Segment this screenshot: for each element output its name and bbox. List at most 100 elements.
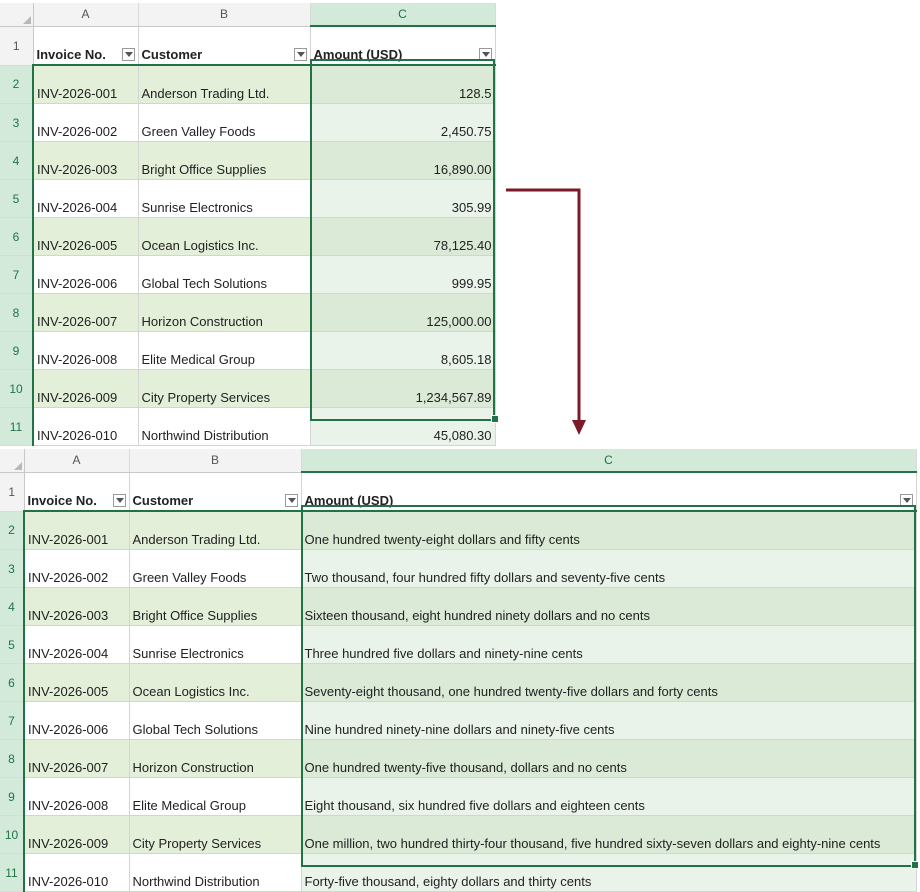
amount-words-cell[interactable]: Three hundred five dollars and ninety-ni… <box>301 625 917 664</box>
column-header-c[interactable]: C <box>310 3 496 27</box>
invoice-cell[interactable]: INV-2026-008 <box>33 331 139 370</box>
invoice-cell[interactable]: INV-2026-002 <box>24 549 130 588</box>
filter-dropdown-icon[interactable] <box>284 494 298 507</box>
customer-cell[interactable]: Elite Medical Group <box>138 331 311 370</box>
row-header[interactable]: 2 <box>0 65 34 104</box>
row-header[interactable]: 11 <box>0 407 34 446</box>
amount-cell[interactable]: 45,080.30 <box>310 407 496 446</box>
invoice-cell[interactable]: INV-2026-003 <box>33 141 139 180</box>
invoice-cell[interactable]: INV-2026-010 <box>24 853 130 892</box>
filter-dropdown-icon[interactable] <box>112 494 126 507</box>
column-header-c[interactable]: C <box>301 449 917 473</box>
amount-cell[interactable]: 2,450.75 <box>310 103 496 142</box>
row-header[interactable]: 4 <box>0 587 25 626</box>
invoice-cell[interactable]: INV-2026-009 <box>33 369 139 408</box>
select-all-corner[interactable] <box>0 449 25 473</box>
column-header-a[interactable]: A <box>24 449 130 473</box>
invoice-cell[interactable]: INV-2026-003 <box>24 587 130 626</box>
amount-words-cell[interactable]: Nine hundred ninety-nine dollars and nin… <box>301 701 917 740</box>
row-header[interactable]: 1 <box>0 472 25 512</box>
column-header-b[interactable]: B <box>129 449 302 473</box>
customer-cell[interactable]: City Property Services <box>138 369 311 408</box>
row-header[interactable]: 10 <box>0 815 25 854</box>
invoice-cell[interactable]: INV-2026-008 <box>24 777 130 816</box>
invoice-cell[interactable]: INV-2026-005 <box>24 663 130 702</box>
invoice-cell[interactable]: INV-2026-009 <box>24 815 130 854</box>
row-header[interactable]: 6 <box>0 663 25 702</box>
row-header[interactable]: 11 <box>0 853 25 892</box>
invoice-cell[interactable]: INV-2026-006 <box>24 701 130 740</box>
header-cell-invoice[interactable]: Invoice No. <box>24 472 130 512</box>
column-header-a[interactable]: A <box>33 3 139 27</box>
invoice-cell[interactable]: INV-2026-006 <box>33 255 139 294</box>
filter-dropdown-icon[interactable] <box>899 494 913 507</box>
customer-cell[interactable]: City Property Services <box>129 815 302 854</box>
header-cell-customer[interactable]: Customer <box>138 26 311 66</box>
invoice-cell[interactable]: INV-2026-001 <box>24 511 130 550</box>
select-all-corner[interactable] <box>0 3 34 27</box>
row-header[interactable]: 4 <box>0 141 34 180</box>
row-header[interactable]: 1 <box>0 26 34 66</box>
customer-cell[interactable]: Sunrise Electronics <box>129 625 302 664</box>
invoice-cell[interactable]: INV-2026-002 <box>33 103 139 142</box>
row-header[interactable]: 9 <box>0 331 34 370</box>
row-header[interactable]: 8 <box>0 739 25 778</box>
amount-words-cell[interactable]: Sixteen thousand, eight hundred ninety d… <box>301 587 917 626</box>
row-header[interactable]: 2 <box>0 511 25 550</box>
amount-cell[interactable]: 128.5 <box>310 65 496 104</box>
amount-cell[interactable]: 78,125.40 <box>310 217 496 256</box>
invoice-cell[interactable]: INV-2026-001 <box>33 65 139 104</box>
row-header[interactable]: 3 <box>0 103 34 142</box>
invoice-cell[interactable]: INV-2026-007 <box>33 293 139 332</box>
customer-cell[interactable]: Anderson Trading Ltd. <box>129 511 302 550</box>
fill-handle[interactable] <box>491 415 499 423</box>
amount-words-cell[interactable]: Forty-five thousand, eighty dollars and … <box>301 853 917 892</box>
customer-cell[interactable]: Global Tech Solutions <box>138 255 311 294</box>
amount-words-cell[interactable]: One million, two hundred thirty-four tho… <box>301 815 917 854</box>
customer-cell[interactable]: Ocean Logistics Inc. <box>138 217 311 256</box>
header-cell-customer[interactable]: Customer <box>129 472 302 512</box>
amount-words-cell[interactable]: Two thousand, four hundred fifty dollars… <box>301 549 917 588</box>
invoice-cell[interactable]: INV-2026-004 <box>33 179 139 218</box>
customer-cell[interactable]: Bright Office Supplies <box>129 587 302 626</box>
filter-dropdown-icon[interactable] <box>293 48 307 61</box>
column-header-b[interactable]: B <box>138 3 311 27</box>
invoice-cell[interactable]: INV-2026-010 <box>33 407 139 446</box>
customer-cell[interactable]: Horizon Construction <box>138 293 311 332</box>
customer-cell[interactable]: Sunrise Electronics <box>138 179 311 218</box>
row-header[interactable]: 7 <box>0 255 34 294</box>
header-cell-invoice[interactable]: Invoice No. <box>33 26 139 66</box>
amount-words-cell[interactable]: Seventy-eight thousand, one hundred twen… <box>301 663 917 702</box>
row-header[interactable]: 3 <box>0 549 25 588</box>
invoice-cell[interactable]: INV-2026-004 <box>24 625 130 664</box>
amount-cell[interactable]: 305.99 <box>310 179 496 218</box>
fill-handle[interactable] <box>911 861 919 869</box>
row-header[interactable]: 10 <box>0 369 34 408</box>
customer-cell[interactable]: Bright Office Supplies <box>138 141 311 180</box>
customer-cell[interactable]: Northwind Distribution <box>129 853 302 892</box>
customer-cell[interactable]: Anderson Trading Ltd. <box>138 65 311 104</box>
header-cell-amount[interactable]: Amount (USD) <box>301 472 917 512</box>
amount-cell[interactable]: 8,605.18 <box>310 331 496 370</box>
customer-cell[interactable]: Global Tech Solutions <box>129 701 302 740</box>
customer-cell[interactable]: Horizon Construction <box>129 739 302 778</box>
amount-cell[interactable]: 16,890.00 <box>310 141 496 180</box>
amount-words-cell[interactable]: Eight thousand, six hundred five dollars… <box>301 777 917 816</box>
invoice-cell[interactable]: INV-2026-007 <box>24 739 130 778</box>
amount-cell[interactable]: 125,000.00 <box>310 293 496 332</box>
filter-dropdown-icon[interactable] <box>478 48 492 61</box>
amount-cell[interactable]: 999.95 <box>310 255 496 294</box>
amount-cell[interactable]: 1,234,567.89 <box>310 369 496 408</box>
row-header[interactable]: 5 <box>0 179 34 218</box>
invoice-cell[interactable]: INV-2026-005 <box>33 217 139 256</box>
row-header[interactable]: 7 <box>0 701 25 740</box>
customer-cell[interactable]: Elite Medical Group <box>129 777 302 816</box>
customer-cell[interactable]: Green Valley Foods <box>138 103 311 142</box>
customer-cell[interactable]: Green Valley Foods <box>129 549 302 588</box>
amount-words-cell[interactable]: One hundred twenty-eight dollars and fif… <box>301 511 917 550</box>
customer-cell[interactable]: Ocean Logistics Inc. <box>129 663 302 702</box>
amount-words-cell[interactable]: One hundred twenty-five thousand, dollar… <box>301 739 917 778</box>
customer-cell[interactable]: Northwind Distribution <box>138 407 311 446</box>
row-header[interactable]: 5 <box>0 625 25 664</box>
row-header[interactable]: 8 <box>0 293 34 332</box>
